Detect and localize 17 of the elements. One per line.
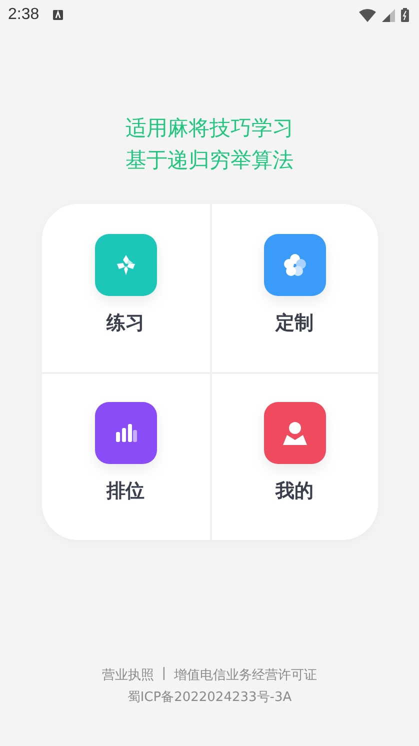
status-time: 2:38 [8, 6, 40, 24]
menu-item[interactable]: 练习 [42, 204, 210, 372]
signal-icon [382, 8, 395, 22]
keyboard-icon [53, 10, 64, 20]
petal-icon [282, 253, 306, 277]
record-number: 蜀ICP备2022024233号-3A [127, 689, 292, 706]
headline-text: 基于递归穷举算法 [126, 147, 294, 174]
battery-icon [401, 8, 409, 22]
person-icon [282, 421, 306, 445]
menu-item[interactable]: 排位 [42, 372, 210, 540]
wifi-icon [359, 8, 376, 22]
menu-item[interactable]: 定制 [210, 204, 378, 372]
bar-chart-icon [114, 424, 136, 442]
menu-item[interactable]: 我的 [210, 372, 378, 540]
flower-icon [114, 254, 136, 276]
separator: | [162, 666, 166, 683]
headline-text: 适用麻将技巧学习 [126, 115, 294, 142]
